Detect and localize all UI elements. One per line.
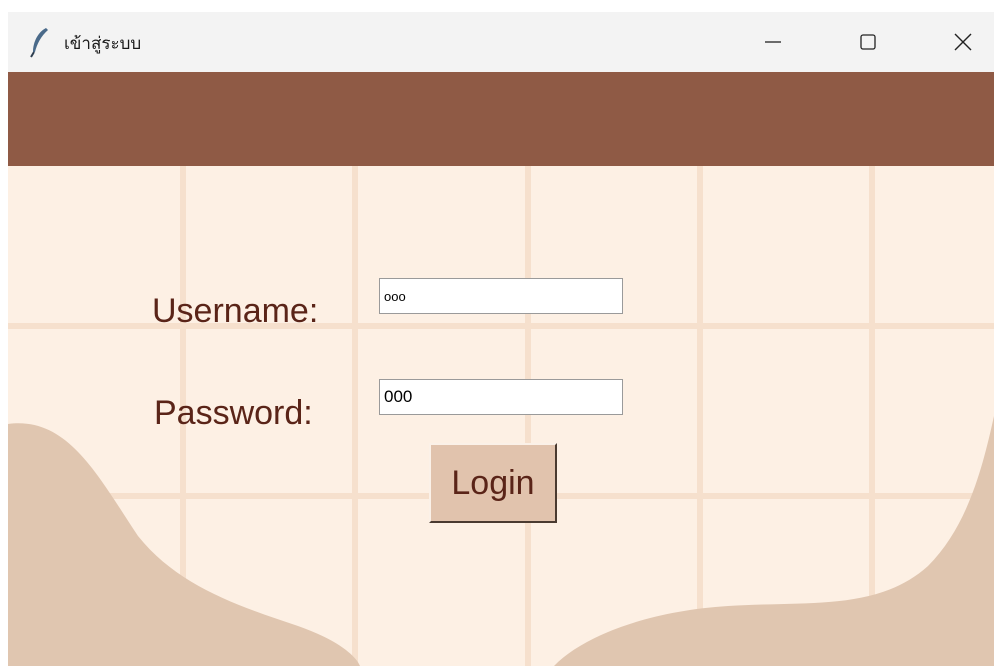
header-band xyxy=(8,72,994,166)
feather-icon xyxy=(28,26,52,58)
password-label: Password: xyxy=(154,394,313,432)
login-panel: Username: Password: Login xyxy=(8,166,994,666)
login-window: เข้าสู่ระบบ Username: ooo Password: 000 … xyxy=(8,12,994,666)
minimize-button[interactable] xyxy=(743,12,803,72)
password-input[interactable] xyxy=(379,379,623,415)
title-bar[interactable]: เข้าสู่ระบบ xyxy=(8,12,994,72)
username-label: Username: xyxy=(152,292,319,330)
login-button[interactable]: Login xyxy=(429,443,557,523)
window-title: เข้าสู่ระบบ xyxy=(64,34,142,54)
maximize-button[interactable] xyxy=(838,12,898,72)
username-input[interactable] xyxy=(379,278,623,314)
close-button[interactable] xyxy=(933,12,993,72)
